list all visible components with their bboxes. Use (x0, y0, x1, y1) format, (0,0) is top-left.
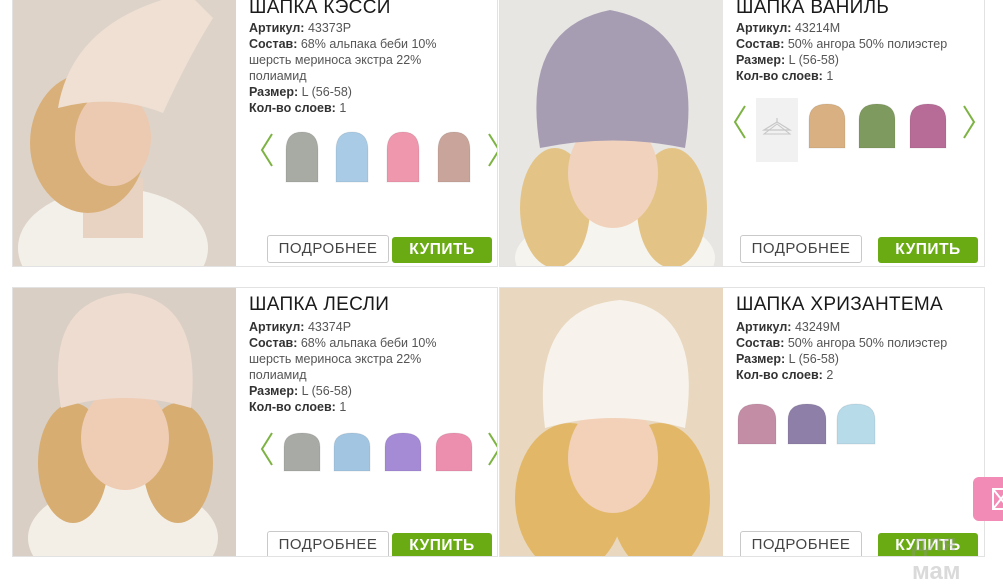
site-watermark: для мам (912, 530, 961, 585)
details-button[interactable]: ПОДРОБНЕЕ (267, 235, 389, 263)
layers-row: Кол-во слоев: 2 (736, 367, 968, 383)
color-swatch[interactable] (736, 402, 778, 458)
composition-label: Состав: (249, 336, 298, 350)
carousel-prev-arrow-icon[interactable] (259, 429, 275, 469)
size-row: Размер: L (56-58) (736, 52, 968, 68)
article-row: Артикул: 43374P (249, 319, 481, 335)
size-value: L (56-58) (301, 384, 352, 398)
color-swatch[interactable] (433, 431, 475, 487)
carousel-next-arrow-icon[interactable] (486, 429, 497, 469)
layers-value: 1 (826, 69, 834, 83)
color-swatch[interactable] (806, 102, 848, 158)
size-label: Размер: (249, 85, 299, 99)
article-label: Артикул: (736, 320, 792, 334)
details-button[interactable]: ПОДРОБНЕЕ (740, 235, 862, 263)
composition-row: Состав: 68% альпака беби 10% шерсть мери… (249, 36, 481, 84)
composition-row: Состав: 50% ангора 50% полиэстер (736, 335, 968, 351)
size-value: L (56-58) (788, 53, 839, 67)
composition-label: Состав: (736, 37, 785, 51)
color-swatch[interactable] (433, 130, 475, 186)
model-portrait-image (13, 0, 236, 266)
mail-icon (992, 488, 1003, 510)
product-title[interactable]: ШАПКА ВАНИЛЬ (736, 0, 889, 19)
article-row: Артикул: 43214M (736, 20, 968, 36)
color-swatch[interactable] (331, 130, 373, 186)
layers-label: Кол-во слоев: (249, 400, 336, 414)
size-row: Размер: L (56-58) (736, 351, 968, 367)
product-card: ШАПКА ХРИЗАНТЕМА Артикул: 43249M Состав:… (499, 287, 985, 557)
carousel-prev-arrow-icon[interactable] (732, 102, 748, 142)
article-value: 43373P (307, 21, 352, 35)
model-portrait-image (500, 288, 723, 556)
product-title[interactable]: ШАПКА ЛЕСЛИ (249, 294, 389, 316)
article-label: Артикул: (249, 21, 305, 35)
layers-label: Кол-во слоев: (249, 101, 336, 115)
size-label: Размер: (249, 384, 299, 398)
article-row: Артикул: 43373P (249, 20, 481, 36)
color-swatch[interactable] (907, 102, 949, 158)
color-swatch[interactable] (382, 130, 424, 186)
product-card: ШАПКА ЛЕСЛИ Артикул: 43374P Состав: 68% … (12, 287, 498, 557)
side-mail-tab[interactable] (973, 477, 1003, 521)
composition-row: Состав: 50% ангора 50% полиэстер (736, 36, 968, 52)
buy-button[interactable]: КУПИТЬ (392, 237, 492, 263)
size-row: Размер: L (56-58) (249, 84, 481, 100)
color-carousel (249, 130, 497, 192)
color-swatch[interactable] (382, 431, 424, 487)
placeholder-hanger-icon[interactable] (756, 98, 798, 162)
product-photo[interactable] (13, 0, 236, 266)
product-photo[interactable] (500, 288, 723, 556)
composition-row: Состав: 68% альпака беби 10% шерсть мери… (249, 335, 481, 383)
layers-value: 1 (339, 101, 347, 115)
layers-label: Кол-во слоев: (736, 69, 823, 83)
details-button[interactable]: ПОДРОБНЕЕ (267, 531, 389, 556)
size-value: L (56-58) (788, 352, 839, 366)
product-title[interactable]: ШАПКА ХРИЗАНТЕМА (736, 294, 943, 316)
color-swatch[interactable] (281, 431, 323, 487)
layers-row: Кол-во слоев: 1 (736, 68, 968, 84)
model-portrait-image (13, 288, 236, 556)
product-card: ШАПКА ВАНИЛЬ Артикул: 43214M Состав: 50%… (499, 0, 985, 267)
buy-button[interactable]: КУПИТЬ (878, 237, 978, 263)
color-carousel (736, 402, 981, 464)
article-row: Артикул: 43249M (736, 319, 968, 335)
product-photo[interactable] (500, 0, 723, 266)
layers-value: 2 (826, 368, 834, 382)
color-swatch[interactable] (856, 102, 898, 158)
details-button[interactable]: ПОДРОБНЕЕ (740, 531, 862, 556)
size-label: Размер: (736, 53, 786, 67)
composition-label: Состав: (736, 336, 785, 350)
product-card: ШАПКА КЭССИ Артикул: 43373P Состав: 68% … (12, 0, 498, 267)
carousel-next-arrow-icon[interactable] (961, 102, 977, 142)
composition-value: 50% ангора 50% полиэстер (787, 37, 948, 51)
layers-value: 1 (339, 400, 347, 414)
article-value: 43214M (794, 21, 841, 35)
model-portrait-image (500, 0, 723, 266)
product-title[interactable]: ШАПКА КЭССИ (249, 0, 391, 19)
color-swatch[interactable] (331, 431, 373, 487)
carousel-next-arrow-icon[interactable] (486, 130, 497, 170)
color-carousel (249, 429, 497, 491)
composition-label: Состав: (249, 37, 298, 51)
composition-value: 50% ангора 50% полиэстер (787, 336, 948, 350)
size-value: L (56-58) (301, 85, 352, 99)
product-photo[interactable] (13, 288, 236, 556)
color-swatch[interactable] (786, 402, 828, 458)
article-value: 43374P (307, 320, 352, 334)
article-label: Артикул: (249, 320, 305, 334)
color-swatch[interactable] (281, 130, 323, 186)
carousel-prev-arrow-icon[interactable] (259, 130, 275, 170)
article-value: 43249M (794, 320, 841, 334)
buy-button[interactable]: КУПИТЬ (392, 533, 492, 556)
size-label: Размер: (736, 352, 786, 366)
article-label: Артикул: (736, 21, 792, 35)
layers-row: Кол-во слоев: 1 (249, 100, 481, 116)
color-swatch[interactable] (835, 402, 877, 458)
layers-row: Кол-во слоев: 1 (249, 399, 481, 415)
color-carousel (733, 98, 981, 164)
size-row: Размер: L (56-58) (249, 383, 481, 399)
layers-label: Кол-во слоев: (736, 368, 823, 382)
